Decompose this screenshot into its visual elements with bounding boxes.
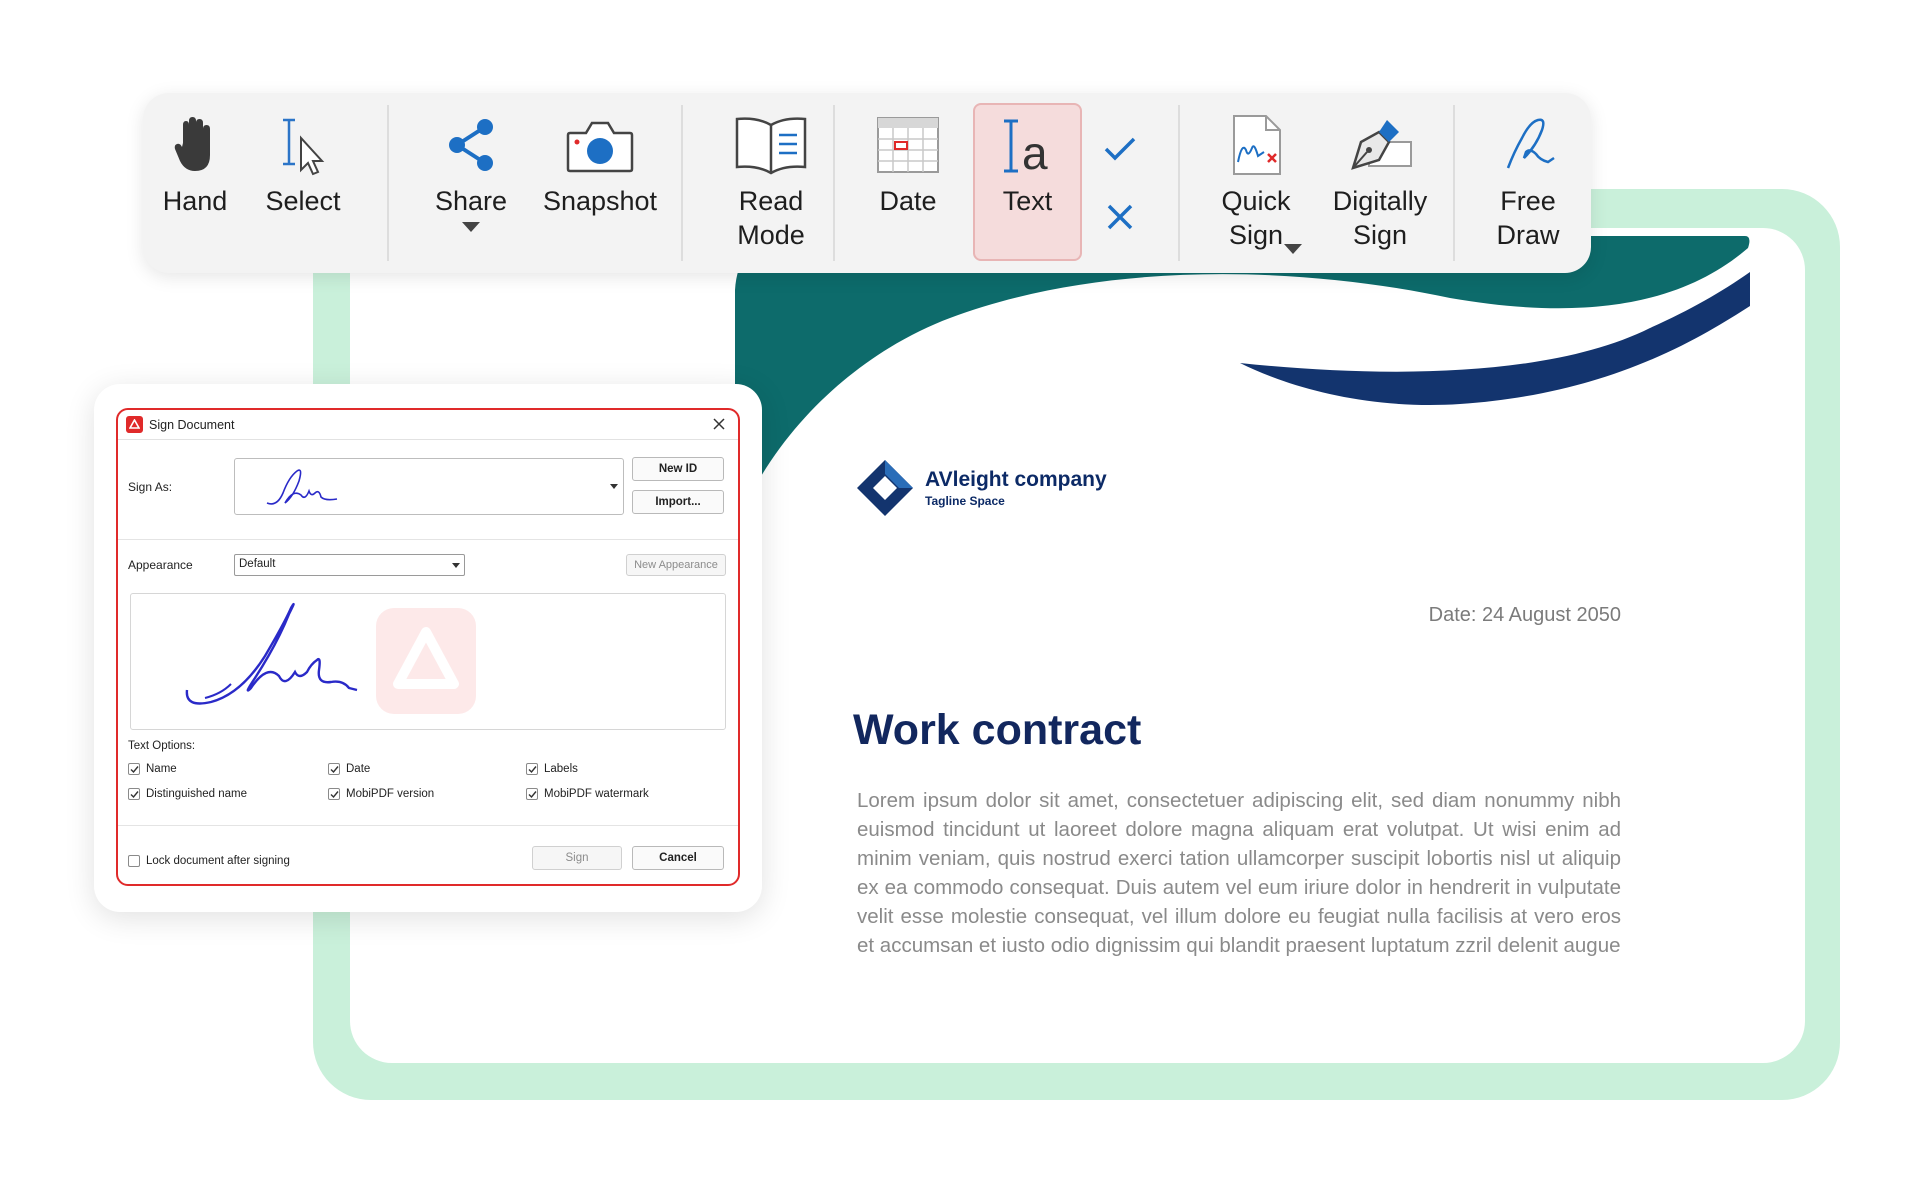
toolbar-date-label: Date [879, 186, 937, 216]
appearance-select[interactable]: Default [234, 554, 465, 576]
svg-text:a: a [1022, 127, 1048, 177]
share-dropdown-caret-icon[interactable] [462, 222, 480, 232]
toolbar-date-button[interactable]: Date [853, 106, 963, 256]
import-button[interactable]: Import... [632, 490, 724, 514]
checkbox-checked-icon [128, 788, 140, 800]
mobipdf-app-icon [126, 416, 143, 433]
toolbar-free-draw-label: Free Draw [1496, 186, 1560, 250]
checkbox-checked-icon [328, 763, 340, 775]
toolbar-share-button[interactable]: Share [411, 106, 531, 256]
option-distinguished-name-checkbox[interactable]: Distinguished name [128, 788, 247, 800]
company-tagline: Tagline Space [925, 494, 1005, 508]
dialog-title: Sign Document [149, 417, 235, 432]
share-icon [449, 119, 493, 171]
new-appearance-button[interactable]: New Appearance [626, 554, 726, 576]
toolbar-snapshot-button[interactable]: Snapshot [530, 106, 670, 256]
close-icon[interactable] [710, 415, 728, 433]
signature-thumbnail-icon [266, 469, 338, 505]
digital-sign-icon [1351, 120, 1412, 170]
company-logo-icon [857, 460, 913, 516]
company-block: AVleight company Tagline Space [855, 458, 1107, 518]
sign-document-dialog: Sign Document Sign As: New ID Import... … [116, 408, 740, 886]
toolbar-snapshot-label: Snapshot [542, 186, 658, 216]
option-date-checkbox[interactable]: Date [328, 763, 370, 775]
book-icon [735, 117, 807, 175]
appearance-label: Appearance [128, 558, 193, 572]
checkbox-checked-icon [526, 788, 538, 800]
toolbar-hand-label: Hand [162, 186, 228, 216]
toolbar-share-label: Share [434, 186, 508, 216]
text-tool-icon: a [1003, 119, 1048, 177]
document-body-text: Lorem ipsum dolor sit amet, consectetuer… [857, 789, 1621, 957]
new-id-button[interactable]: New ID [632, 457, 724, 481]
select-cursor-icon [283, 118, 325, 176]
sign-button[interactable]: Sign [532, 846, 622, 870]
checkbox-checked-icon [328, 788, 340, 800]
checkbox-unchecked-icon [128, 855, 140, 867]
option-mobipdf-version-checkbox[interactable]: MobiPDF version [328, 788, 434, 800]
lock-document-label: Lock document after signing [146, 855, 290, 867]
checkbox-checked-icon [526, 763, 538, 775]
toolbar-separator [681, 105, 683, 261]
sign-as-dropdown[interactable] [234, 458, 624, 515]
document-title: Work contract [853, 706, 1142, 754]
chevron-down-icon [452, 563, 460, 568]
toolbar-separator [1178, 105, 1180, 261]
toolbar-text-button[interactable]: a Text [973, 106, 1082, 256]
cancel-x-icon[interactable] [1106, 203, 1134, 231]
toolbar-separator [833, 105, 835, 261]
option-label: MobiPDF watermark [544, 788, 649, 800]
option-label: Date [346, 763, 371, 775]
hand-icon [174, 117, 210, 171]
toolbar-quick-sign-button[interactable]: Quick Sign [1201, 106, 1311, 256]
toolbar-digitally-sign-button[interactable]: Digitally Sign [1315, 106, 1445, 256]
toolbar-read-mode-label: Read Mode [737, 186, 805, 250]
toolbar-select-button[interactable]: Select [254, 106, 352, 256]
calendar-icon [877, 117, 939, 173]
option-mobipdf-watermark-checkbox[interactable]: MobiPDF watermark [526, 788, 649, 800]
checkbox-checked-icon [128, 763, 140, 775]
cancel-button[interactable]: Cancel [632, 846, 724, 870]
toolbar-read-mode-button[interactable]: Read Mode [701, 106, 841, 256]
toolbar-select-label: Select [265, 186, 341, 216]
toolbar-free-draw-button[interactable]: Free Draw [1473, 106, 1583, 256]
confirm-check-icon[interactable] [1103, 135, 1137, 163]
toolbar-digitally-sign-label: Digitally Sign [1332, 186, 1428, 250]
toolbar: Hand Select Share Snapshot Read Mode Dat… [143, 93, 1591, 273]
watermark-logo-icon [376, 608, 476, 714]
quick-sign-icon [1233, 115, 1281, 175]
sign-as-label: Sign As: [128, 480, 173, 494]
toolbar-separator [1453, 105, 1455, 261]
document-date: Date: 24 August 2050 [1428, 604, 1621, 626]
quick-sign-dropdown-caret-icon[interactable] [1284, 244, 1302, 254]
lock-document-checkbox[interactable]: Lock document after signing [128, 855, 290, 867]
dialog-divider [118, 539, 738, 540]
toolbar-separator [387, 105, 389, 261]
option-label: Name [146, 763, 177, 775]
dialog-titlebar: Sign Document [118, 410, 738, 440]
camera-icon [566, 121, 634, 173]
option-label: Labels [544, 763, 578, 775]
option-name-checkbox[interactable]: Name [128, 763, 177, 775]
option-label: Distinguished name [146, 788, 248, 800]
toolbar-text-label: Text [1002, 186, 1053, 216]
option-label: MobiPDF version [346, 788, 435, 800]
toolbar-quick-sign-label: Quick Sign [1221, 186, 1291, 250]
free-draw-icon [1506, 118, 1555, 169]
text-options-label: Text Options: [128, 740, 196, 752]
dialog-divider [118, 825, 738, 826]
toolbar-hand-button[interactable]: Hand [146, 106, 244, 256]
company-name: AVleight company [925, 468, 1107, 491]
appearance-value: Default [239, 558, 276, 570]
chevron-down-icon [610, 484, 618, 489]
signature-preview [130, 593, 726, 730]
option-labels-checkbox[interactable]: Labels [526, 763, 578, 775]
sign-dialog-card: Sign Document Sign As: New ID Import... … [94, 384, 762, 912]
